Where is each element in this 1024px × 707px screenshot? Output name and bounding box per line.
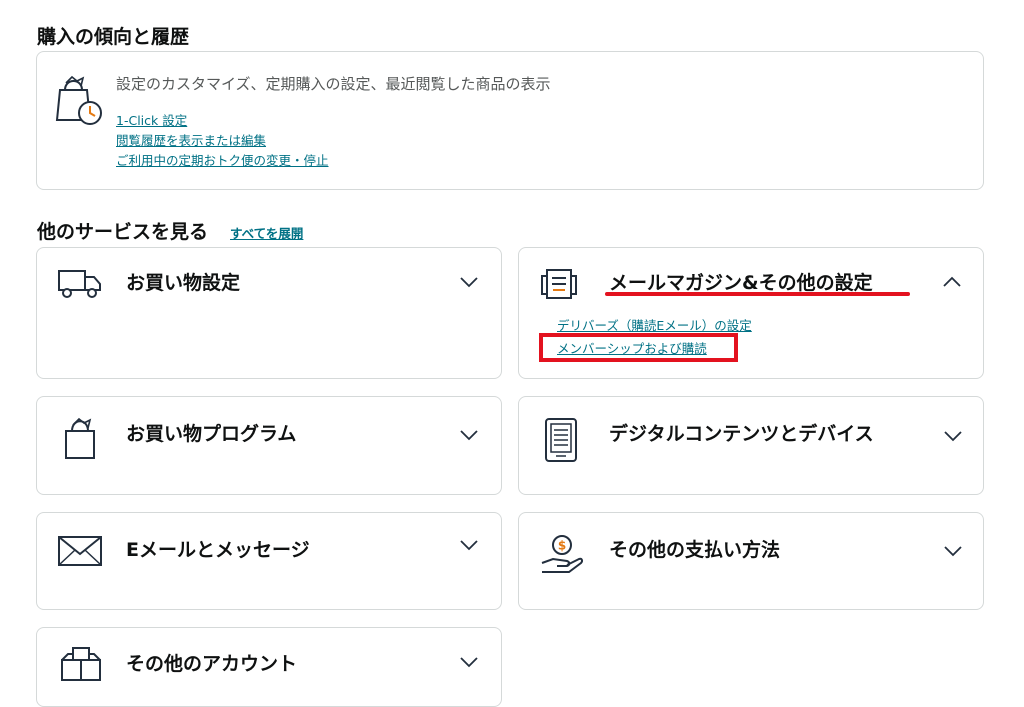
card-shopping-settings[interactable]: お買い物設定 (36, 247, 502, 379)
one-click-settings-link[interactable]: 1-Click 設定 (116, 110, 187, 129)
card-digital-content-title: デジタルコンテンツとデバイス (609, 423, 874, 445)
newsletter-icon (541, 269, 577, 299)
card-email-messages[interactable]: Eメールとメッセージ (36, 512, 502, 610)
chevron-down-icon[interactable] (458, 274, 480, 290)
card-newsletter-settings-title: メールマガジン&その他の設定 (609, 272, 873, 294)
shopping-bag-clock-icon (55, 75, 102, 125)
card-other-payments-title: その他の支払い方法 (609, 539, 781, 561)
other-services-title: 他のサービスを見る すべてを展開 (37, 217, 303, 244)
history-description: 設定のカスタマイズ、定期購入の設定、最近閲覧した商品の表示 (116, 75, 551, 93)
envelope-icon (58, 536, 102, 566)
history-section-title: 購入の傾向と履歴 (37, 26, 190, 48)
chevron-down-icon[interactable] (458, 427, 480, 443)
card-digital-content[interactable]: デジタルコンテンツとデバイス (518, 396, 984, 495)
coin-hand-icon: $ (541, 535, 584, 573)
chevron-up-icon[interactable] (941, 274, 963, 290)
card-other-accounts[interactable]: その他のアカウント (36, 627, 502, 707)
card-email-messages-title: Eメールとメッセージ (126, 539, 310, 561)
history-card: 設定のカスタマイズ、定期購入の設定、最近閲覧した商品の表示 1-Click 設定… (36, 51, 984, 190)
subscribe-save-link[interactable]: ご利用中の定期おトク便の変更・停止 (116, 150, 329, 169)
card-other-payments[interactable]: $ その他の支払い方法 (518, 512, 984, 610)
card-shopping-programs[interactable]: お買い物プログラム (36, 396, 502, 495)
chevron-down-icon[interactable] (942, 543, 964, 559)
card-shopping-programs-title: お買い物プログラム (126, 423, 297, 445)
card-shopping-settings-title: お買い物設定 (126, 272, 241, 294)
card-other-accounts-title: その他のアカウント (126, 653, 298, 675)
shopping-bag-icon (65, 417, 95, 459)
chevron-down-icon[interactable] (458, 537, 480, 553)
boxes-icon (61, 647, 101, 681)
svg-text:$: $ (558, 539, 566, 553)
chevron-down-icon[interactable] (458, 654, 480, 670)
chevron-down-icon[interactable] (942, 428, 964, 444)
ereader-icon (545, 418, 577, 462)
membership-subscriptions-link[interactable]: メンバーシップおよび購読 (557, 338, 707, 357)
expand-all-link[interactable]: すべてを展開 (230, 226, 303, 241)
title-annotation-underline (605, 292, 910, 296)
other-services-title-text: 他のサービスを見る (37, 221, 209, 243)
truck-icon (58, 270, 101, 298)
delivers-settings-link[interactable]: デリバーズ（購読Eメール）の設定 (557, 315, 752, 334)
card-newsletter-settings[interactable]: メールマガジン&その他の設定 デリバーズ（購読Eメール）の設定 メンバーシップお… (518, 247, 984, 379)
browsing-history-link[interactable]: 閲覧履歴を表示または編集 (116, 130, 266, 149)
